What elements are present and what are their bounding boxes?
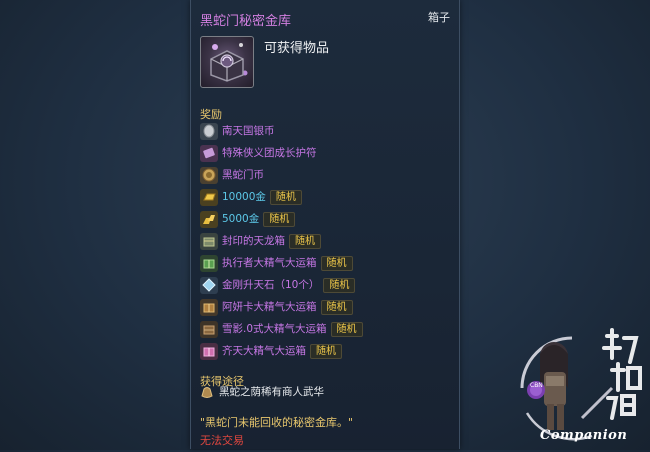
list-item[interactable]: 金刚升天石（10个） 随机 bbox=[200, 276, 356, 294]
list-item[interactable]: 5000金 随机 bbox=[200, 210, 296, 228]
random-badge: 随机 bbox=[323, 277, 356, 293]
list-item[interactable]: 封印的天龙箱 随机 bbox=[200, 232, 321, 250]
treasure-vault-icon bbox=[200, 36, 254, 88]
obtainable-items-label: 可获得物品 bbox=[264, 41, 330, 56]
charm-scroll-icon bbox=[200, 144, 218, 162]
list-item[interactable]: 齐天大精气大运箱 随机 bbox=[200, 342, 342, 360]
reward-name: 特殊侠义团成长护符 bbox=[222, 147, 317, 159]
list-item[interactable]: 执行者大精气大运箱 随机 bbox=[200, 254, 353, 272]
reward-name: 南天国银币 bbox=[222, 125, 275, 137]
source-text: 黑蛇之荫稀有商人武华 bbox=[219, 386, 324, 398]
sect-coin-icon bbox=[200, 166, 218, 184]
reward-name: 金刚升天石（10个） bbox=[222, 279, 320, 291]
diamond-stone-icon bbox=[200, 276, 218, 294]
pink-box-icon bbox=[200, 342, 218, 360]
random-badge: 随机 bbox=[320, 299, 353, 315]
trade-status: 无法交易 bbox=[200, 434, 244, 447]
brown-box-icon bbox=[200, 298, 218, 316]
reward-name: 封印的天龙箱 bbox=[222, 235, 285, 247]
rewards-label: 奖励 bbox=[200, 108, 222, 121]
sealed-box-icon bbox=[200, 232, 218, 250]
silver-coin-icon bbox=[200, 122, 218, 140]
item-title: 黑蛇门秘密金库 bbox=[200, 14, 292, 29]
reward-name: 雪影.0式大精气大运箱 bbox=[222, 323, 327, 335]
list-item[interactable]: 10000金 随机 bbox=[200, 188, 302, 206]
list-item[interactable]: 特殊侠义团成长护符 bbox=[200, 144, 317, 162]
pouch-icon bbox=[200, 385, 214, 399]
item-type: 箱子 bbox=[428, 11, 450, 24]
reward-name: 10000金 bbox=[222, 191, 266, 203]
random-badge: 随机 bbox=[269, 189, 302, 205]
reward-name: 齐天大精气大运箱 bbox=[222, 345, 306, 357]
watermark-brand: Companion bbox=[540, 428, 628, 443]
random-badge: 随机 bbox=[330, 321, 363, 337]
watermark-badge: CBN bbox=[530, 382, 543, 389]
item-description: "黑蛇门未能回收的秘密金库。" bbox=[200, 416, 354, 429]
random-badge: 随机 bbox=[310, 343, 342, 359]
reward-name: 黑蛇门币 bbox=[222, 169, 264, 181]
list-item[interactable]: 南天国银币 bbox=[200, 122, 275, 140]
list-item[interactable]: 雪影.0式大精气大运箱 随机 bbox=[200, 320, 363, 338]
reward-name: 5000金 bbox=[222, 213, 260, 225]
gold-pile-icon bbox=[200, 210, 218, 228]
random-badge: 随机 bbox=[263, 211, 296, 227]
random-badge: 随机 bbox=[289, 233, 321, 249]
gold-bar-icon bbox=[200, 188, 218, 206]
source-row: 黑蛇之荫稀有商人武华 bbox=[200, 385, 324, 399]
reward-name: 阿妍卡大精气大运箱 bbox=[222, 301, 317, 313]
list-item[interactable]: 阿妍卡大精气大运箱 随机 bbox=[200, 298, 353, 316]
reward-name: 执行者大精气大运箱 bbox=[222, 257, 317, 269]
wood-box-icon bbox=[200, 320, 218, 338]
list-item[interactable]: 黑蛇门币 bbox=[200, 166, 264, 184]
random-badge: 随机 bbox=[320, 255, 353, 271]
green-box-icon bbox=[200, 254, 218, 272]
item-tooltip: 黑蛇门秘密金库 箱子 可获得物品 奖励 南天国银币 特殊侠义团成长护符 黑蛇门币 bbox=[190, 0, 460, 449]
